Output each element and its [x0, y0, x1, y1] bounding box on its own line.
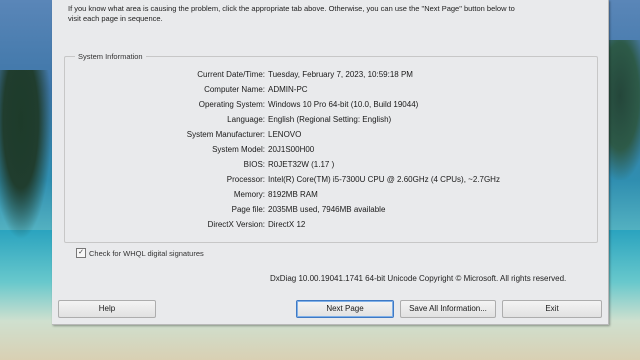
info-label: Page file: — [231, 205, 265, 214]
info-value: R0JET32W (1.17 ) — [268, 160, 335, 169]
info-label: Current Date/Time: — [197, 70, 265, 79]
info-row-page-file: Page file: 2035MB used, 7946MB available — [65, 205, 597, 219]
copyright-text: DxDiag 10.00.19041.1741 64-bit Unicode C… — [270, 274, 567, 283]
system-information-group: System Information Current Date/Time: Tu… — [64, 52, 598, 243]
intro-line-1: If you know what area is causing the pro… — [68, 4, 515, 13]
info-row-system-manufacturer: System Manufacturer: LENOVO — [65, 130, 597, 144]
info-label: System Model: — [212, 145, 265, 154]
save-all-information-button[interactable]: Save All Information... — [400, 300, 496, 318]
next-page-button[interactable]: Next Page — [296, 300, 394, 318]
intro-text: If you know what area is causing the pro… — [68, 4, 592, 24]
desktop-palm-left — [0, 70, 52, 240]
info-row-computer-name: Computer Name: ADMIN-PC — [65, 85, 597, 99]
info-value: DirectX 12 — [268, 220, 306, 229]
info-row-date-time: Current Date/Time: Tuesday, February 7, … — [65, 70, 597, 84]
info-row-directx-version: DirectX Version: DirectX 12 — [65, 220, 597, 234]
info-row-processor: Processor: Intel(R) Core(TM) i5-7300U CP… — [65, 175, 597, 189]
info-value: 2035MB used, 7946MB available — [268, 205, 386, 214]
info-value: 20J1S00H00 — [268, 145, 315, 154]
help-button[interactable]: Help — [58, 300, 156, 318]
whql-checkbox[interactable]: ✓ — [76, 248, 86, 258]
group-title: System Information — [75, 52, 146, 61]
info-label: DirectX Version: — [207, 220, 265, 229]
info-label: Language: — [227, 115, 265, 124]
info-label: Computer Name: — [204, 85, 265, 94]
info-value: LENOVO — [268, 130, 302, 139]
info-label: Operating System: — [198, 100, 265, 109]
info-row-operating-system: Operating System: Windows 10 Pro 64-bit … — [65, 100, 597, 114]
intro-line-2: visit each page in sequence. — [68, 14, 163, 23]
whql-checkbox-row[interactable]: ✓ Check for WHQL digital signatures — [76, 248, 204, 258]
info-row-system-model: System Model: 20J1S00H00 — [65, 145, 597, 159]
info-value: Intel(R) Core(TM) i5-7300U CPU @ 2.60GHz… — [268, 175, 500, 184]
info-label: Memory: — [233, 190, 265, 199]
info-value: ADMIN-PC — [268, 85, 308, 94]
whql-label: Check for WHQL digital signatures — [89, 248, 204, 258]
info-value: Tuesday, February 7, 2023, 10:59:18 PM — [268, 70, 413, 79]
info-label: Processor: — [226, 175, 265, 184]
info-row-bios: BIOS: R0JET32W (1.17 ) — [65, 160, 597, 174]
info-value: English (Regional Setting: English) — [268, 115, 392, 124]
info-label: BIOS: — [243, 160, 265, 169]
info-label: System Manufacturer: — [186, 130, 265, 139]
info-row-language: Language: English (Regional Setting: Eng… — [65, 115, 597, 129]
dxdiag-window: If you know what area is causing the pro… — [52, 0, 609, 325]
exit-button[interactable]: Exit — [502, 300, 602, 318]
info-value: 8192MB RAM — [268, 190, 318, 199]
info-row-memory: Memory: 8192MB RAM — [65, 190, 597, 204]
info-value: Windows 10 Pro 64-bit (10.0, Build 19044… — [268, 100, 419, 109]
